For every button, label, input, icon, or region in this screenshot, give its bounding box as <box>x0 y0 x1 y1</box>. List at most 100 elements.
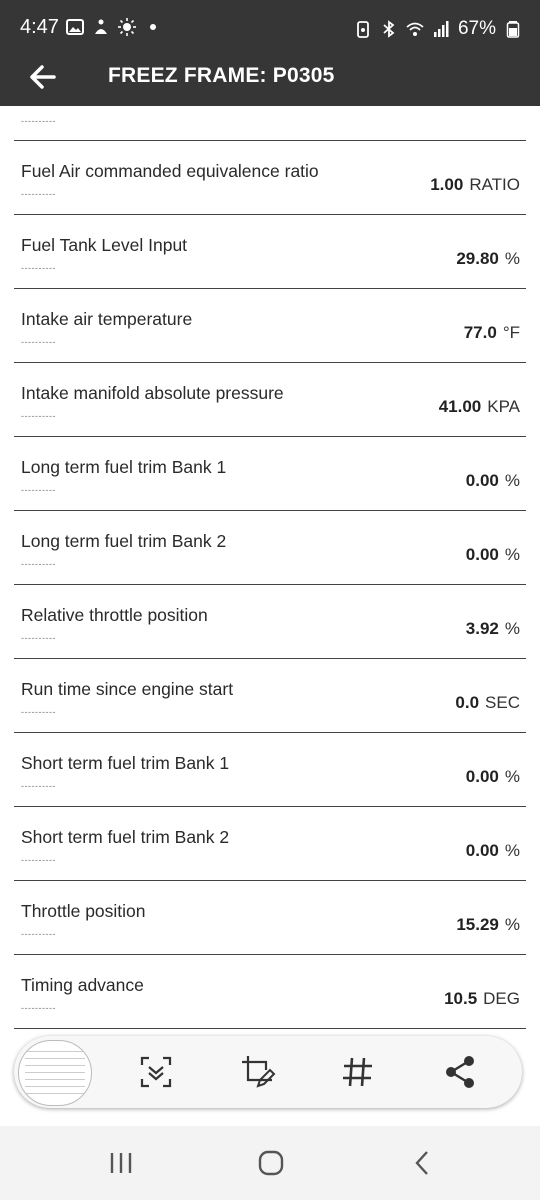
parameter-reading: 10.5 DEG <box>444 989 520 1009</box>
parameter-placeholder: ---------- <box>21 559 56 569</box>
parameter-placeholder: ---------- <box>21 189 56 199</box>
parameter-reading: 0.00% <box>466 471 520 491</box>
parameter-unit: DEG <box>483 989 520 1008</box>
parameter-unit: RATIO <box>469 175 520 194</box>
parameter-value: 0.0 <box>455 693 480 712</box>
parameter-value: 77.0 <box>463 323 497 342</box>
bluetooth-icon <box>383 20 395 38</box>
battery-icon <box>506 21 520 38</box>
system-icons: 67% <box>354 18 522 40</box>
parameter-label: Short term fuel trim Bank 1 <box>21 753 230 773</box>
battery-percent: 67% <box>457 18 496 39</box>
parameter-value: 10.5 <box>444 989 478 1008</box>
list-item: ---------- <box>14 106 526 141</box>
share-icon[interactable] <box>442 1054 478 1090</box>
parameter-reading: 77.0 °F <box>464 323 520 343</box>
list-item[interactable]: Fuel Tank Level Input ---------- 29.80% <box>14 215 526 289</box>
parameter-placeholder: ---------- <box>21 485 56 495</box>
parameter-value: 41.00 <box>438 397 482 416</box>
parameter-reading: 0.00% <box>466 841 520 861</box>
parameter-reading: 15.29% <box>456 915 520 935</box>
parameter-placeholder: ---------- <box>21 1003 56 1013</box>
parameter-label: Run time since engine start <box>21 679 234 699</box>
sun-icon <box>118 18 136 36</box>
parameter-unit: % <box>504 249 520 268</box>
parameter-unit: % <box>504 915 520 934</box>
wifi-icon <box>406 22 424 36</box>
dot-icon <box>150 24 156 30</box>
parameter-label: Intake manifold absolute pressure <box>21 383 284 403</box>
arrow-left-icon[interactable] <box>20 60 60 94</box>
parameter-reading: 29.80% <box>456 249 520 269</box>
parameter-label: Intake air temperature <box>21 309 193 329</box>
parameter-label: Timing advance <box>21 975 144 995</box>
parameter-unit: % <box>504 619 520 638</box>
parameter-unit: % <box>504 841 520 860</box>
parameter-value: 0.00 <box>465 841 499 860</box>
screenshot-thumbnail[interactable] <box>18 1040 92 1106</box>
parameter-reading: 3.92% <box>466 619 520 639</box>
list-item[interactable]: Intake air temperature ---------- 77.0 °F <box>14 289 526 363</box>
status-time: 4:47 <box>20 16 59 38</box>
app-bar: FREEZ FRAME: P0305 <box>0 48 540 106</box>
parameter-reading: 0.00% <box>466 767 520 787</box>
parameter-unit: % <box>504 471 520 490</box>
battery-saver-icon <box>357 21 369 38</box>
list-item[interactable]: Timing advance ---------- 10.5 DEG <box>14 955 526 1029</box>
scroll-capture-icon[interactable] <box>138 1054 174 1090</box>
parameter-label: Relative throttle position <box>21 605 208 625</box>
list-item[interactable]: Fuel Air commanded equivalence ratio ----… <box>14 141 526 215</box>
parameter-placeholder: ---------- <box>21 633 56 643</box>
parameter-label: Throttle position <box>21 901 146 921</box>
parameter-label: Fuel Air commanded equivalence ratio <box>21 161 319 181</box>
parameter-value: 15.29 <box>456 915 499 934</box>
parameter-placeholder: ---------- <box>21 855 56 865</box>
parameter-unit: °F <box>502 323 520 342</box>
parameter-reading: 1.00 RATIO <box>430 175 520 195</box>
parameter-placeholder: ---------- <box>21 781 56 791</box>
list-item[interactable]: Relative throttle position ---------- 3.92… <box>14 585 526 659</box>
parameter-reading: 0.0 SEC <box>455 693 520 713</box>
row-placeholder: ---------- <box>21 116 56 126</box>
list-item[interactable]: Long term fuel trim Bank 1 ---------- 0.00… <box>14 437 526 511</box>
list-item[interactable]: Long term fuel trim Bank 2 ---------- 0.00… <box>14 511 526 585</box>
notification-icons <box>66 18 162 36</box>
parameter-placeholder: ---------- <box>21 411 56 421</box>
home-icon[interactable] <box>256 1148 286 1178</box>
recent-apps-icon[interactable] <box>106 1148 136 1178</box>
parameter-value: 29.80 <box>456 249 499 268</box>
parameter-unit: % <box>504 767 520 786</box>
navigation-bar <box>0 1126 540 1200</box>
parameter-reading: 41.00 KPA <box>439 397 520 417</box>
parameter-unit: % <box>504 545 520 564</box>
accessibility-icon <box>95 19 107 34</box>
parameter-placeholder: ---------- <box>21 707 56 717</box>
list-item[interactable]: Run time since engine start ---------- 0.0… <box>14 659 526 733</box>
parameter-label: Short term fuel trim Bank 2 <box>21 827 230 847</box>
freeze-frame-list[interactable]: ---------- Fuel Air commanded equivalenc… <box>0 106 540 1126</box>
signal-icon <box>433 21 449 37</box>
page-title: FREEZ FRAME: P0305 <box>108 64 335 87</box>
parameter-value: 0.00 <box>465 545 499 564</box>
list-item[interactable]: Throttle position ---------- 15.29% <box>14 881 526 955</box>
parameter-label: Long term fuel trim Bank 1 <box>21 457 227 477</box>
parameter-label: Long term fuel trim Bank 2 <box>21 531 227 551</box>
parameter-reading: 0.00% <box>466 545 520 565</box>
list-item[interactable]: Short term fuel trim Bank 1 ---------- 0.0… <box>14 733 526 807</box>
parameter-value: 0.00 <box>465 767 499 786</box>
hashtag-icon[interactable] <box>340 1054 376 1090</box>
screenshot-toolbar <box>14 1036 522 1108</box>
back-icon[interactable] <box>408 1148 438 1178</box>
parameter-placeholder: ---------- <box>21 337 56 347</box>
parameter-value: 0.00 <box>465 471 499 490</box>
parameter-placeholder: ---------- <box>21 929 56 939</box>
list-item[interactable]: Intake manifold absolute pressure -------… <box>14 363 526 437</box>
list-item[interactable]: Short term fuel trim Bank 2 ---------- 0.0… <box>14 807 526 881</box>
crop-edit-icon[interactable] <box>240 1054 276 1090</box>
parameter-unit: KPA <box>487 397 520 416</box>
parameter-label: Fuel Tank Level Input <box>21 235 188 255</box>
parameter-unit: SEC <box>485 693 520 712</box>
parameter-value: 1.00 <box>430 175 464 194</box>
gallery-icon <box>66 19 84 35</box>
parameter-placeholder: ---------- <box>21 263 56 273</box>
